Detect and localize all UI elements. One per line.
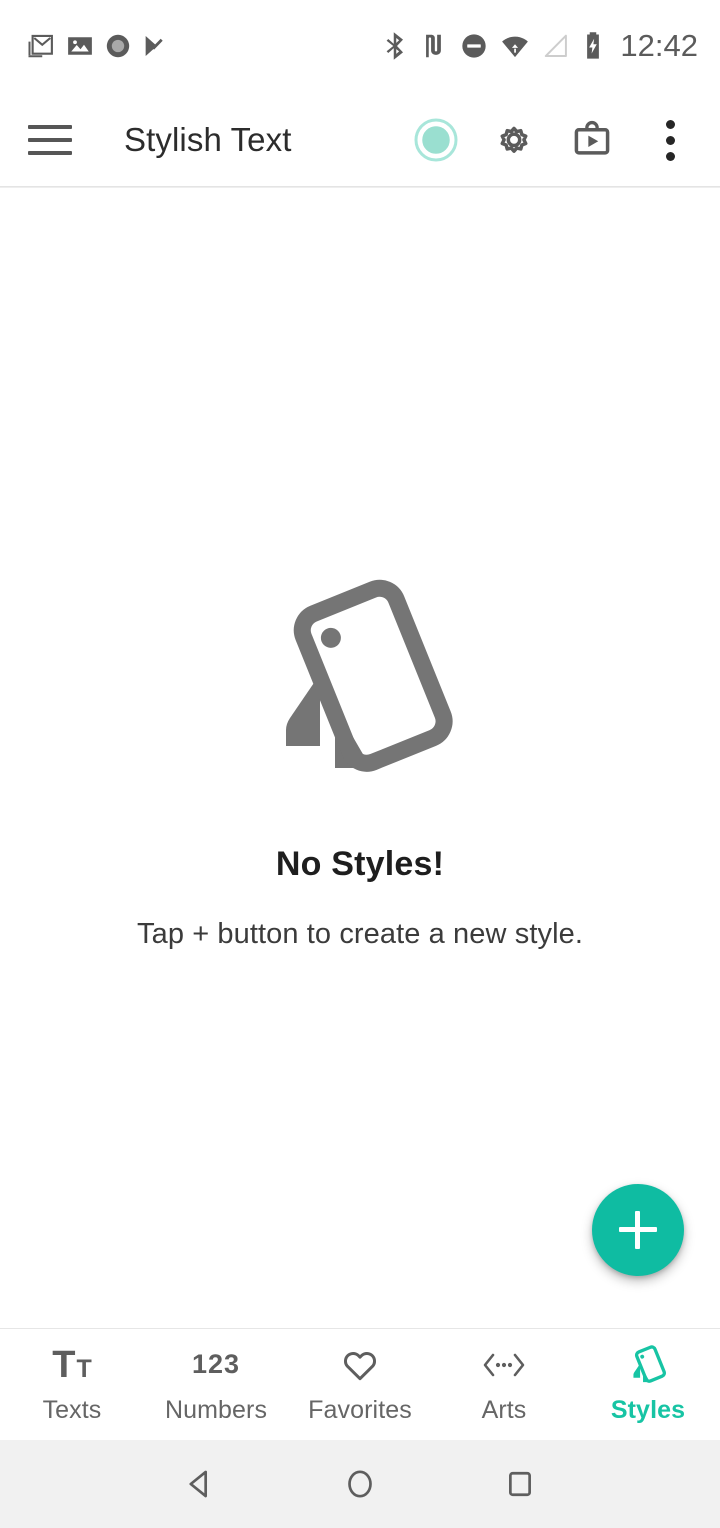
numbers-icon: 123	[192, 1345, 240, 1385]
add-style-fab[interactable]	[583, 1184, 684, 1276]
heart-icon	[340, 1345, 380, 1385]
empty-state-title: No Styles!	[275, 845, 445, 883]
toolbar-actions	[408, 112, 702, 168]
tilted-phone-icon	[627, 1344, 669, 1385]
bottom-navigation: TT Texts 123 Numbers Favorites Arts Styl…	[0, 1328, 720, 1440]
nav-label-texts: Texts	[42, 1395, 102, 1424]
app-screen: 12:42 Stylish Text No Styles! Tap + butt…	[0, 0, 720, 1528]
nav-label-arts: Arts	[481, 1395, 527, 1424]
page-title: Stylish Text	[124, 121, 292, 158]
nav-label-styles: Styles	[610, 1395, 686, 1424]
plus-icon	[619, 1211, 657, 1249]
empty-state-subtitle: Tap + button to create a new style.	[136, 918, 584, 950]
nav-label-numbers: Numbers	[164, 1395, 268, 1424]
overflow-menu-icon[interactable]	[642, 112, 698, 168]
nfc-icon	[426, 34, 442, 58]
status-bar: 12:42	[0, 0, 720, 92]
gmail-icon	[28, 34, 53, 58]
status-bar-clock: 12:42	[620, 28, 698, 63]
system-navigation-bar	[0, 1440, 720, 1528]
nav-item-arts[interactable]: Arts	[432, 1329, 576, 1440]
nav-item-numbers[interactable]: 123 Numbers	[144, 1329, 288, 1440]
back-button[interactable]	[170, 1454, 230, 1514]
recents-button[interactable]	[490, 1454, 550, 1514]
nav-item-styles[interactable]: Styles	[576, 1329, 720, 1440]
status-bar-system-icons: 12:42	[382, 28, 698, 64]
do-not-disturb-icon	[462, 34, 487, 58]
nav-label-favorites: Favorites	[308, 1395, 412, 1424]
service-toggle-icon[interactable]	[408, 112, 464, 168]
bluetooth-icon	[387, 32, 404, 60]
nav-item-texts[interactable]: TT Texts	[0, 1329, 144, 1440]
battery-charging-icon	[587, 32, 600, 59]
tilted-phone-icon	[285, 579, 453, 772]
nav-item-favorites[interactable]: Favorites	[288, 1329, 432, 1440]
arts-brackets-icon	[481, 1345, 527, 1385]
text-format-icon: TT	[52, 1343, 92, 1386]
numbers-glyph: 123	[191, 1349, 241, 1379]
app-toolbar: Stylish Text	[0, 92, 720, 189]
hamburger-menu-icon[interactable]	[26, 116, 74, 164]
settings-icon[interactable]	[486, 112, 542, 168]
main-content: No Styles! Tap + button to create a new …	[0, 188, 720, 1328]
empty-state: No Styles! Tap + button to create a new …	[0, 578, 720, 951]
photos-icon	[68, 37, 92, 55]
cellular-signal-icon	[545, 34, 568, 58]
check-flag-icon	[145, 35, 163, 57]
play-store-icon[interactable]	[564, 112, 620, 168]
wifi-icon	[502, 36, 529, 58]
home-button[interactable]	[330, 1454, 390, 1514]
circle-notification-icon	[106, 34, 130, 58]
status-bar-notifications	[26, 31, 169, 61]
